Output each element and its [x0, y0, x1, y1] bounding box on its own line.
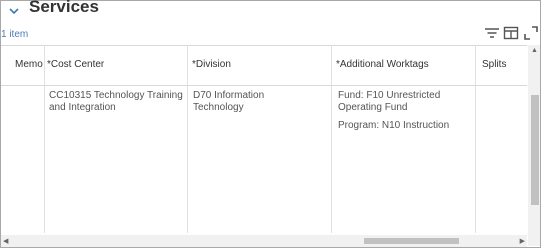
scroll-up-arrow[interactable]: ▲: [531, 47, 538, 54]
cell-division[interactable]: D70 Information Technology: [193, 90, 303, 114]
col-header-splits[interactable]: Splits: [482, 59, 506, 70]
worktag-fund: Fund: F10 Unrestricted Operating Fund: [338, 90, 441, 113]
scroll-right-arrow[interactable]: ▶: [520, 237, 525, 245]
item-count: 1 item: [1, 29, 29, 40]
chevron-down-icon[interactable]: [9, 3, 19, 15]
col-header-additional-worktags[interactable]: *Additional Worktags: [336, 59, 429, 70]
filter-icon[interactable]: [484, 25, 500, 41]
scroll-left-arrow[interactable]: ◀: [3, 237, 8, 245]
col-header-memo[interactable]: Memo: [15, 59, 43, 70]
section-title: Services: [29, 0, 99, 16]
horizontal-scroll-thumb[interactable]: [364, 238, 459, 244]
vertical-scrollbar[interactable]: ▲: [528, 45, 540, 246]
vertical-scroll-thumb[interactable]: [531, 95, 539, 205]
horizontal-scrollbar[interactable]: ◀ ▶: [1, 235, 527, 247]
column-divider: [44, 45, 45, 233]
cell-cost-center[interactable]: CC10315 Technology Training and Integrat…: [49, 90, 184, 114]
col-header-cost-center[interactable]: *Cost Center: [47, 59, 104, 70]
expand-icon[interactable]: [523, 25, 539, 41]
services-grid: Memo *Cost Center *Division *Additional …: [1, 45, 527, 233]
column-layout-icon[interactable]: [503, 25, 519, 41]
column-divider: [187, 45, 188, 233]
table-header-row: Memo *Cost Center *Division *Additional …: [1, 45, 527, 86]
cell-worktags[interactable]: Fund: F10 Unrestricted Operating Fund Pr…: [338, 90, 473, 132]
column-divider: [331, 45, 332, 233]
section-header: Services: [0, 0, 541, 22]
column-divider: [475, 45, 476, 233]
col-header-division[interactable]: *Division: [192, 59, 231, 70]
worktag-program: Program: N10 Instruction: [338, 120, 450, 131]
